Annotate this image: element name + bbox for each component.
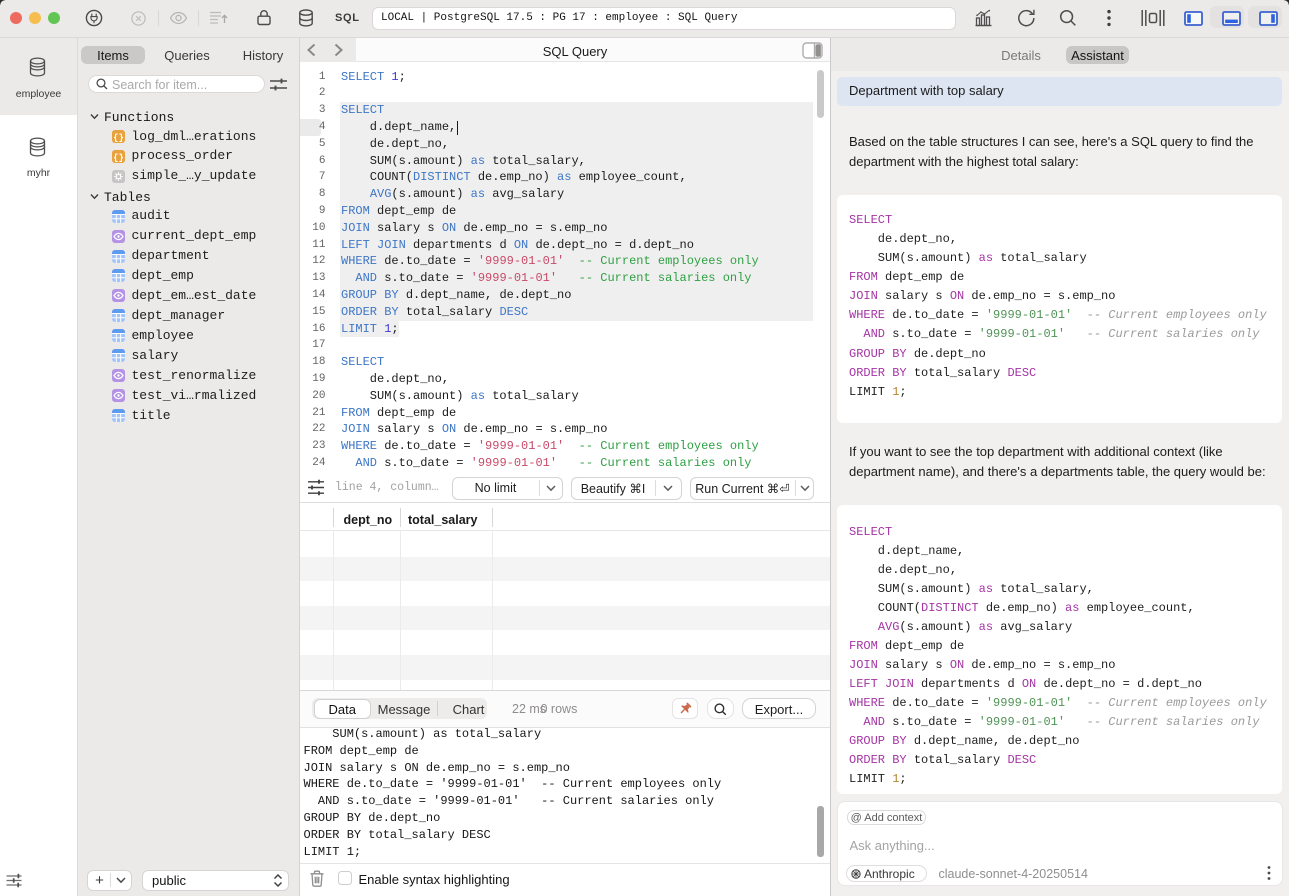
- svg-text:{}: {}: [113, 133, 124, 143]
- svg-text:{}: {}: [113, 153, 124, 163]
